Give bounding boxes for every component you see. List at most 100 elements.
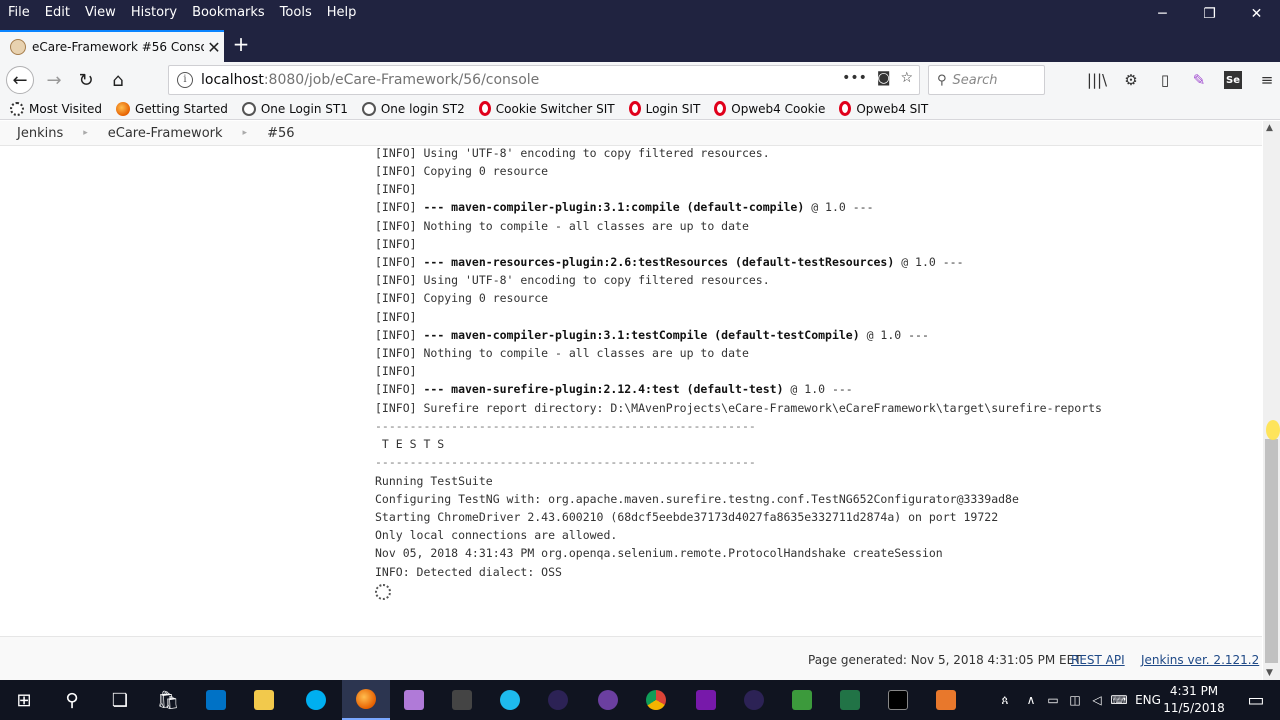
jenkins-favicon-icon: [10, 39, 26, 55]
tab-strip: eCare-Framework #56 Console ✕ +: [0, 28, 1280, 62]
bookmarks-toolbar: Most Visited Getting Started One Login S…: [0, 98, 1280, 120]
opera-icon: [628, 101, 641, 116]
close-window-button[interactable]: ✕: [1233, 0, 1280, 28]
tab-close-icon[interactable]: ✕: [204, 38, 224, 57]
menu-edit[interactable]: Edit: [45, 5, 70, 20]
battery-icon[interactable]: ▭: [1042, 693, 1064, 707]
bookmark-most-visited[interactable]: Most Visited: [10, 101, 102, 116]
forward-button[interactable]: →: [40, 66, 68, 94]
url-bar-actions: ••• ◙ ☆: [842, 70, 913, 86]
minimize-button[interactable]: ─: [1139, 0, 1186, 28]
window-controls: ─ ❐ ✕: [1139, 0, 1280, 28]
bookmark-one-login-st1[interactable]: One Login ST1: [241, 101, 348, 116]
console-line: [INFO] Nothing to compile - all classes …: [375, 346, 749, 360]
tray-chevron-icon[interactable]: ∧: [1020, 693, 1042, 707]
notifications-icon[interactable]: ▭: [1232, 680, 1280, 720]
url-bar[interactable]: i localhost:8080/job/eCare-Framework/56/…: [168, 65, 920, 95]
menu-help[interactable]: Help: [327, 5, 357, 20]
console-tests-header: T E S T S: [375, 437, 445, 451]
app-icon-purple[interactable]: [390, 680, 438, 720]
sidebar-icon[interactable]: ▯: [1148, 66, 1182, 94]
excel-icon[interactable]: [826, 680, 874, 720]
command-prompt-icon[interactable]: [874, 680, 922, 720]
task-view-icon[interactable]: ❏: [96, 680, 144, 720]
breadcrumb-separator-icon[interactable]: ▸: [83, 128, 88, 138]
selenium-ide-icon[interactable]: Se: [1224, 71, 1242, 89]
taskbar: ⊞ ⚲ ❏ 🛍 ጰ ∧ ▭ ◫ ◁ ⌨ ENG 4:31 PM 11/5/201…: [0, 680, 1280, 720]
bookmark-opweb4-cookie[interactable]: Opweb4 Cookie: [714, 101, 825, 116]
page-scrollbar[interactable]: ▲ ▼: [1263, 121, 1280, 680]
internet-explorer-icon[interactable]: [486, 680, 534, 720]
search-taskbar-icon[interactable]: ⚲: [48, 680, 96, 720]
bookmark-one-login-st2[interactable]: One login ST2: [361, 101, 465, 116]
bookmark-opweb4-sit[interactable]: Opweb4 SIT: [839, 101, 928, 116]
console-line: INFO: Detected dialect: OSS: [375, 565, 562, 579]
outlook-icon[interactable]: [192, 680, 240, 720]
input-method-icon[interactable]: ⌨: [1108, 693, 1130, 707]
toolbar-right: |||\ ⚙ ▯ ✎ Se ≡: [1080, 66, 1280, 94]
menu-history[interactable]: History: [131, 5, 177, 20]
reload-button[interactable]: ↻: [72, 66, 100, 94]
search-input[interactable]: ⚲ Search: [928, 65, 1045, 95]
windows-start-icon[interactable]: ⊞: [0, 680, 48, 720]
menu-file[interactable]: File: [8, 5, 30, 20]
console-line: [INFO] Surefire report directory: D:\MAv…: [375, 401, 1102, 415]
breadcrumb-separator-icon[interactable]: ▸: [243, 128, 248, 138]
opera-icon: [839, 101, 852, 116]
scroll-up-icon[interactable]: ▲: [1266, 123, 1273, 133]
app-icon-violet[interactable]: [584, 680, 632, 720]
pocket-icon[interactable]: ◙: [877, 70, 891, 86]
breadcrumb-jenkins[interactable]: Jenkins: [17, 126, 63, 141]
clapper-app-icon[interactable]: [438, 680, 486, 720]
people-icon[interactable]: ጰ: [990, 693, 1020, 708]
home-button[interactable]: ⌂: [104, 66, 132, 94]
tab-title: eCare-Framework #56 Console: [32, 40, 204, 54]
breadcrumb: Jenkins ▸ eCare-Framework ▸ #56: [0, 121, 1262, 146]
loading-spinner-icon: [375, 584, 391, 600]
library-icon[interactable]: |||\: [1080, 66, 1114, 94]
console-line: [INFO]: [375, 310, 417, 324]
opera-icon: [478, 101, 491, 116]
back-button[interactable]: ←: [6, 66, 34, 94]
volume-icon[interactable]: ◁: [1086, 693, 1108, 707]
new-tab-button[interactable]: +: [230, 32, 252, 58]
eclipse-icon[interactable]: [534, 680, 582, 720]
file-explorer-icon[interactable]: [240, 680, 288, 720]
firefox-taskbar-icon[interactable]: [342, 680, 390, 720]
menu-view[interactable]: View: [85, 5, 116, 20]
page-actions-icon[interactable]: •••: [842, 70, 867, 86]
chrome-icon[interactable]: [632, 680, 680, 720]
breadcrumb-job[interactable]: eCare-Framework: [108, 126, 223, 141]
app-icon-orange[interactable]: [922, 680, 970, 720]
site-info-icon[interactable]: i: [177, 72, 193, 88]
eclipse-second-icon[interactable]: [730, 680, 778, 720]
store-icon[interactable]: 🛍: [144, 680, 192, 720]
breadcrumb-build[interactable]: #56: [267, 126, 294, 141]
navigation-bar: ← → ↻ ⌂ i localhost:8080/job/eCare-Frame…: [0, 62, 1280, 98]
skype-icon[interactable]: [292, 680, 340, 720]
network-icon[interactable]: ◫: [1064, 693, 1086, 707]
menu-tools[interactable]: Tools: [280, 5, 312, 20]
scroll-down-icon[interactable]: ▼: [1266, 668, 1273, 678]
console-line: [INFO] Using 'UTF-8' encoding to copy fi…: [375, 146, 770, 160]
opera-icon: [714, 101, 727, 116]
taskbar-clock[interactable]: 4:31 PM 11/5/2018: [1160, 683, 1228, 717]
pen-extension-icon[interactable]: ✎: [1182, 66, 1216, 94]
bookmark-star-icon[interactable]: ☆: [900, 70, 913, 86]
console-line: Nov 05, 2018 4:31:43 PM org.openqa.selen…: [375, 546, 943, 560]
bookmark-cookie-switcher-sit[interactable]: Cookie Switcher SIT: [478, 101, 615, 116]
restore-button[interactable]: ❐: [1186, 0, 1233, 28]
extension-gear-icon[interactable]: ⚙: [1114, 66, 1148, 94]
system-tray: ጰ ∧ ▭ ◫ ◁ ⌨ ENG: [990, 680, 1166, 720]
jenkins-version-link[interactable]: Jenkins ver. 2.121.2: [1141, 653, 1259, 667]
bookmark-login-sit[interactable]: Login SIT: [628, 101, 700, 116]
scrollbar-thumb[interactable]: [1265, 439, 1278, 663]
console-output: [INFO] Using 'UTF-8' encoding to copy fi…: [375, 146, 1255, 626]
menu-bookmarks[interactable]: Bookmarks: [192, 5, 265, 20]
rest-api-link[interactable]: REST API: [1071, 653, 1125, 667]
bookmark-getting-started[interactable]: Getting Started: [116, 101, 228, 116]
onenote-icon[interactable]: [682, 680, 730, 720]
app-icon-green[interactable]: [778, 680, 826, 720]
hamburger-menu-icon[interactable]: ≡: [1250, 66, 1280, 94]
tab-console[interactable]: eCare-Framework #56 Console ✕: [0, 30, 224, 62]
